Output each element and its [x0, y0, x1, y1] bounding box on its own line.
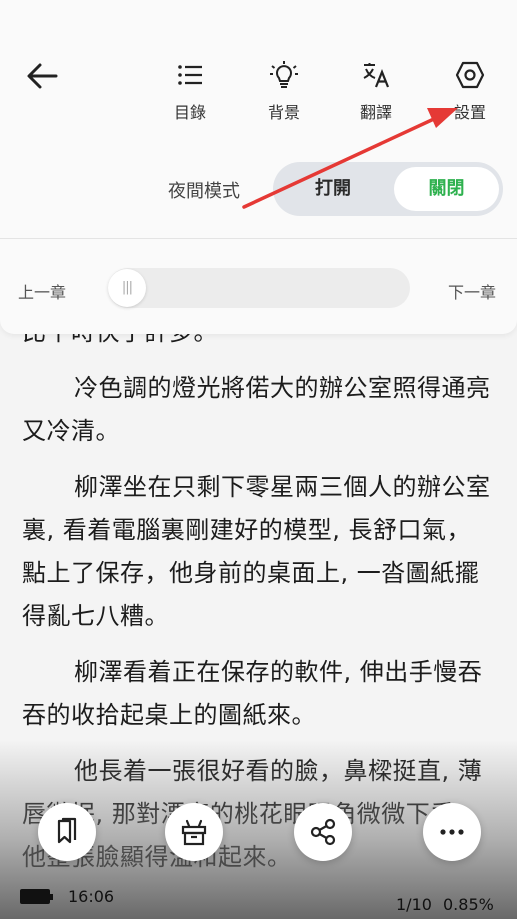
lightbulb-icon: [270, 61, 298, 88]
share-icon: [310, 818, 336, 846]
bookmark-button[interactable]: [38, 803, 96, 861]
night-mode-off-option[interactable]: 關閉: [394, 167, 499, 211]
reading-content: 比平時快了許多。 冷色調的燈光將偌大的辦公室照得通亮又冷清。 柳澤坐在只剩下零星…: [0, 300, 517, 892]
paragraph: 柳澤坐在只剩下零星兩三個人的辦公室裏, 看着電腦裏剛建好的模型, 長舒口氣，點上…: [22, 473, 491, 630]
back-arrow-icon: [27, 63, 58, 89]
gift-button[interactable]: [165, 803, 223, 861]
settings-label: 設置: [453, 103, 486, 122]
battery-icon: [20, 889, 53, 904]
paragraph: 冷色調的燈光將偌大的辦公室照得通亮又冷清。: [22, 374, 491, 445]
share-button[interactable]: [294, 803, 352, 861]
night-mode-label: 夜間模式: [168, 181, 240, 202]
background-label: 背景: [267, 103, 300, 122]
chapter-progress-slider[interactable]: |||: [108, 268, 410, 308]
toc-label: 目錄: [173, 103, 206, 122]
translate-icon: [363, 63, 390, 88]
settings-panel: 目錄 背景 翻譯 設置 夜間模式 打開 關閉 上一章 ||| 下一章: [0, 0, 517, 334]
slider-handle[interactable]: |||: [108, 269, 146, 307]
page-indicator: 1/10: [396, 895, 432, 914]
more-button[interactable]: [423, 803, 481, 861]
paragraph: 柳澤看着正在保存的軟件, 伸出手慢吞吞的收拾起桌上的圖紙來。: [22, 658, 483, 729]
previous-chapter-button[interactable]: 上一章: [18, 279, 66, 303]
back-button[interactable]: [22, 58, 62, 98]
background-button[interactable]: 背景: [254, 58, 314, 126]
list-icon: [178, 65, 202, 85]
night-mode-toggle[interactable]: 打開 關閉: [273, 162, 503, 216]
night-mode-on-option[interactable]: 打開: [273, 162, 393, 216]
next-chapter-button[interactable]: 下一章: [448, 279, 496, 303]
clock-time: 16:06: [68, 887, 115, 906]
divider: [0, 238, 517, 239]
more-icon: [440, 829, 464, 835]
settings-button[interactable]: 設置: [440, 58, 500, 126]
translate-button[interactable]: 翻譯: [346, 58, 406, 126]
bookmark-icon: [57, 817, 77, 844]
gift-icon: [181, 819, 207, 846]
paragraph: 他長着一張很好看的臉，鼻樑挺直, 薄唇微抿, 那對漂亮的桃花眼眼角微微下垂，他整…: [22, 757, 483, 871]
toc-button[interactable]: 目錄: [160, 58, 220, 126]
translate-label: 翻譯: [359, 103, 392, 122]
settings-icon: [455, 61, 485, 89]
reading-progress-percent: 0.85%: [443, 895, 494, 914]
